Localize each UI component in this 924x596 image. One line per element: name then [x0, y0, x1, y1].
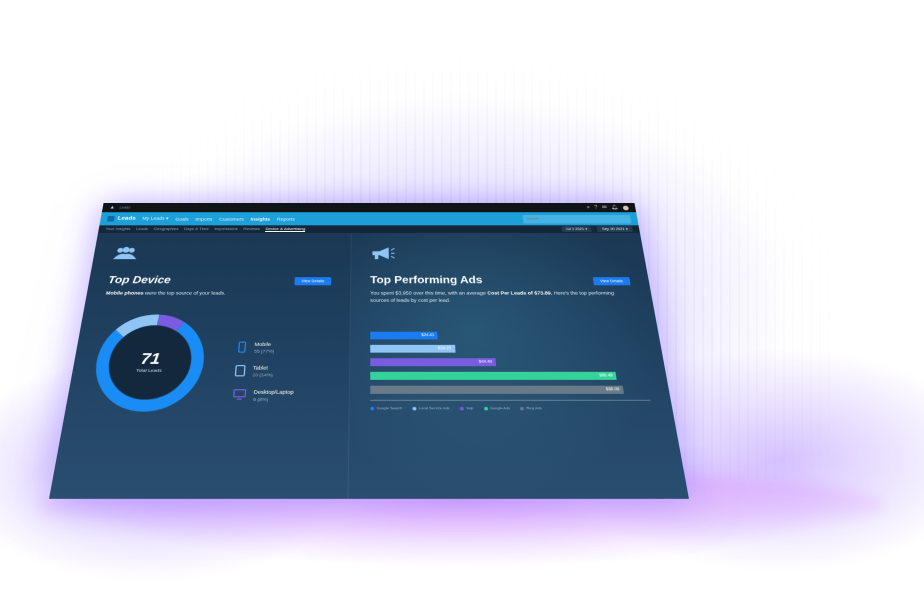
help-icon[interactable]: ? [594, 205, 598, 211]
device-legend: Mobile 55 (77%) Tablet 10 (14%) Desktop/… [232, 341, 296, 415]
ads-legend-dot [459, 406, 464, 410]
ads-bar-row: $86.48 [370, 371, 647, 380]
users-group-icon [112, 246, 138, 260]
ads-legend-dot [370, 406, 375, 410]
nav-item-insights[interactable]: Insights [250, 216, 270, 221]
ads-bar-chart: $24.41 $30.23 $44.49 $86.48 $88.08 [370, 331, 649, 394]
donut-center: 71 Total Leads [85, 312, 211, 414]
total-leads-label: Total Leads [135, 367, 163, 373]
top-device-view-details-button[interactable]: View Details [294, 276, 332, 285]
tab-device-advertising[interactable]: Device & Advertising [265, 226, 306, 232]
ads-legend-dot [483, 406, 488, 410]
ads-bar-row: $30.23 [370, 344, 642, 353]
ads-legend-label: Google Ads [489, 405, 511, 411]
ads-legend-item: Google Ads [483, 406, 510, 411]
tab-geographies[interactable]: Geographies [153, 227, 178, 231]
tab-days-time[interactable]: Days & Time [184, 227, 209, 231]
device-name-tablet: Tablet [252, 365, 269, 371]
tab-your-insights[interactable]: Your Insights [105, 227, 131, 231]
ads-bar-value-label: $24.41 [421, 332, 435, 338]
top-device-panel: Top Device View Details Mobile phones we… [49, 232, 352, 499]
top-device-subtitle-bold: Mobile phones [105, 290, 144, 296]
ads-bar-google-search[interactable]: $24.41 [370, 331, 439, 340]
tablet-icon [235, 365, 246, 376]
main-navbar: Leads My Leads ▾ Goals Imports Customers… [99, 212, 639, 226]
top-ads-heading-row: Top Performing Ads View Details [370, 275, 631, 286]
notification-bell-icon[interactable]: 🔔︎ [611, 205, 619, 211]
ads-legend-dot [412, 406, 417, 410]
ads-legend-item: Yelp [459, 405, 474, 411]
ads-legend-label: Yelp [465, 405, 474, 411]
ads-bar-legend: Google Search Local Service Ads Yelp Google… [370, 406, 652, 411]
top-device-subtitle: Mobile phones were the top source of you… [105, 290, 331, 297]
avatar[interactable] [622, 205, 629, 210]
device-legend-item-mobile: Mobile 55 (77%) [237, 341, 296, 354]
tab-leads[interactable]: Leads [136, 227, 148, 231]
ads-bar-row: $88.08 [370, 385, 649, 394]
ads-bar-axis [370, 399, 651, 401]
top-ads-panel: Top Performing Ads View Details You spen… [348, 232, 689, 499]
leads-logo-icon [106, 215, 115, 222]
ads-legend-label: Google Search [376, 405, 403, 411]
nav-item-my-leads[interactable]: My Leads ▾ [142, 216, 169, 222]
dashboard-screen: ▲ Leads ⌕ ? ✉ 🔔︎ Leads My Leads ▾ Goals … [49, 203, 689, 499]
device-value-mobile: 55 (77%) [253, 348, 275, 354]
insights-subnav: Your Insights Leads Geographies Days & T… [98, 225, 640, 233]
mobile-icon [237, 342, 248, 353]
ads-bar-yelp[interactable]: $44.49 [370, 358, 497, 367]
tab-reviews[interactable]: Reviews [243, 227, 260, 231]
messages-icon[interactable]: ✉ [602, 205, 608, 211]
ads-bar-value-label: $88.08 [605, 386, 620, 392]
ads-bar-value-label: $30.23 [437, 346, 452, 351]
top-ads-subtitle-pre: You spent $3,950 over this time, with an… [370, 290, 488, 296]
top-ads-title: Top Performing Ads [370, 275, 483, 287]
top-device-title: Top Device [107, 275, 172, 287]
ads-bar-row: $24.41 [370, 331, 640, 340]
ads-bar-value-label: $86.48 [598, 373, 614, 378]
ads-bar-bing-ads[interactable]: $88.08 [370, 385, 624, 394]
ads-bar-local-service-ads[interactable]: $30.23 [370, 344, 456, 353]
total-leads-value: 71 [139, 349, 162, 368]
ads-bar-row: $44.49 [370, 358, 644, 367]
nav-brand-label: Leads [117, 215, 137, 222]
megaphone-icon [372, 246, 396, 260]
top-ads-subtitle-bold: Cost Per Leads of $73.89. [487, 290, 553, 296]
window-titlebar: ▲ Leads ⌕ ? ✉ 🔔︎ [101, 203, 637, 213]
nav-item-goals[interactable]: Goals [175, 216, 189, 221]
device-legend-item-desktop: Desktop/Laptop 6 (8%) [233, 389, 294, 402]
nav-item-imports[interactable]: Imports [195, 216, 213, 221]
nav-item-customers[interactable]: Customers [219, 216, 244, 221]
nav-brand[interactable]: Leads [106, 215, 137, 222]
device-name-desktop: Desktop/Laptop [253, 389, 294, 396]
device-legend-item-tablet: Tablet 10 (14%) [235, 365, 295, 378]
top-ads-subtitle: You spent $3,950 over this time, with an… [370, 290, 634, 304]
device-value-tablet: 10 (14%) [252, 371, 273, 378]
top-device-subtitle-rest: were the top source of your leads. [143, 290, 226, 296]
date-to-select[interactable]: Sep 30 2021 ▾ [597, 226, 633, 232]
nav-item-reports[interactable]: Reports [277, 216, 295, 221]
top-device-heading-row: Top Device View Details [107, 275, 332, 287]
desktop-icon [233, 389, 247, 400]
device-donut-chart: 71 Total Leads [85, 312, 211, 414]
app-logo-icon: ▲ [108, 204, 116, 211]
search-input[interactable] [522, 214, 632, 223]
date-from-select[interactable]: Jul 1 2021 ▾ [560, 226, 593, 232]
ads-legend-label: Local Service Ads [418, 405, 450, 411]
insights-panels: Top Device View Details Mobile phones we… [49, 232, 689, 499]
ads-bar-value-label: $44.49 [478, 359, 493, 364]
ads-legend-label: Bing Ads [526, 405, 542, 411]
ads-legend-item: Local Service Ads [412, 405, 450, 411]
tab-impressions[interactable]: Impressions [214, 227, 238, 231]
window-app-name: Leads [119, 205, 131, 210]
ads-legend-item: Bing Ads [519, 405, 542, 411]
ads-legend-dot [519, 406, 525, 410]
top-ads-view-details-button[interactable]: View Details [592, 276, 631, 285]
ads-legend-item: Google Search [370, 406, 402, 411]
device-value-desktop: 6 (8%) [252, 396, 269, 403]
search-icon[interactable]: ⌕ [586, 205, 590, 211]
ads-bar-google-ads[interactable]: $86.48 [370, 371, 618, 380]
device-name-mobile: Mobile [254, 341, 272, 348]
